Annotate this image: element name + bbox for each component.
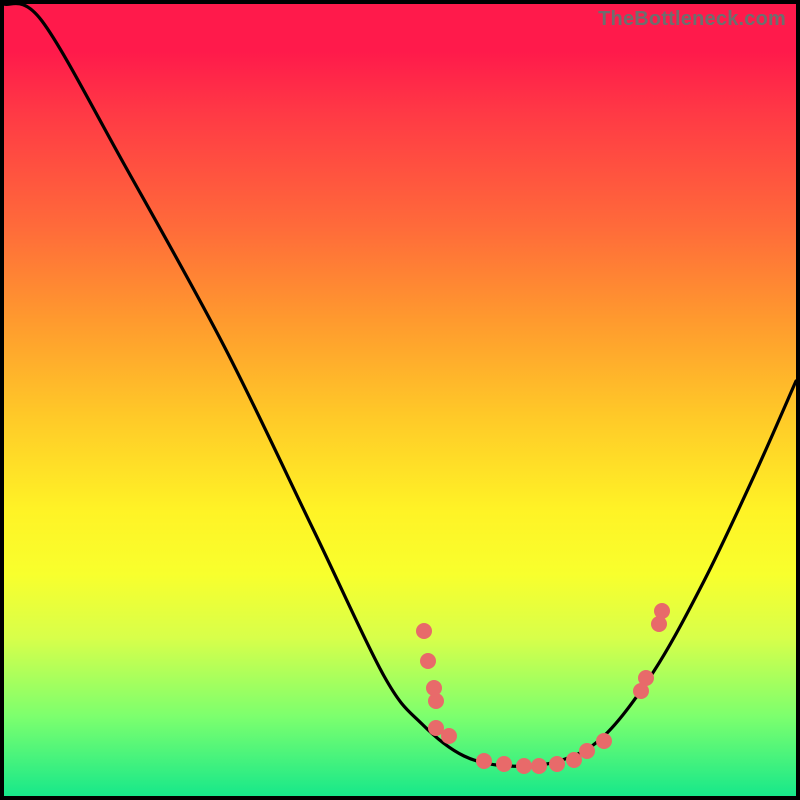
- scatter-points: [416, 603, 670, 774]
- data-point: [654, 603, 670, 619]
- data-point: [566, 752, 582, 768]
- data-point: [596, 733, 612, 749]
- data-point: [549, 756, 565, 772]
- data-point: [441, 728, 457, 744]
- data-point: [476, 753, 492, 769]
- data-point: [416, 623, 432, 639]
- bottleneck-curve: [4, 3, 796, 766]
- data-point: [531, 758, 547, 774]
- data-point: [428, 693, 444, 709]
- data-point: [516, 758, 532, 774]
- chart-svg: [4, 4, 796, 796]
- data-point: [420, 653, 436, 669]
- data-point: [496, 756, 512, 772]
- chart-frame: TheBottleneck.com: [0, 0, 800, 800]
- data-point: [579, 743, 595, 759]
- data-point: [638, 670, 654, 686]
